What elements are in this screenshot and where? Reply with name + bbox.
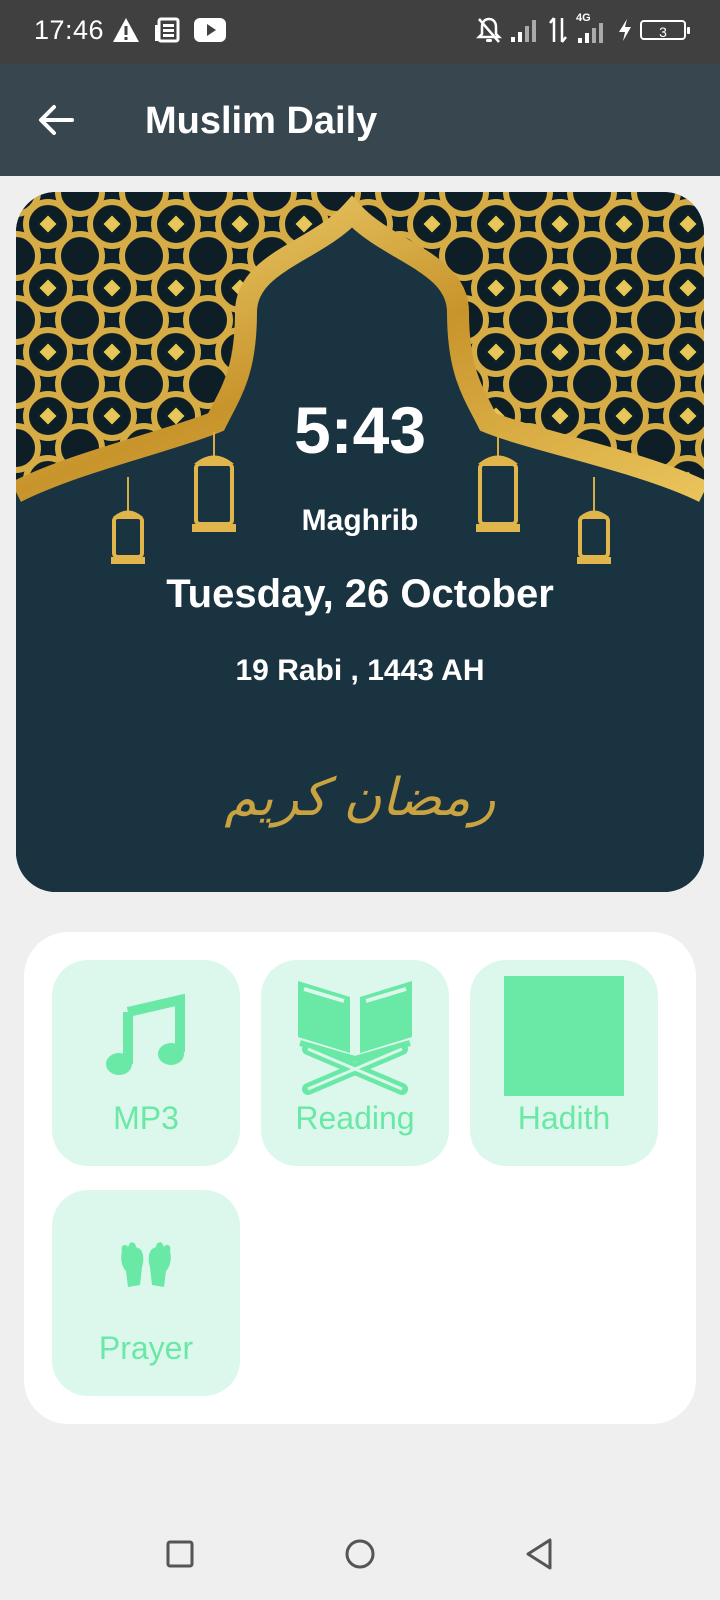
warning-icon [113,18,139,42]
back-nav-button[interactable] [516,1530,564,1578]
back-triangle-icon [526,1538,552,1570]
recents-square-icon [166,1540,194,1568]
hadith-icon [504,976,624,1096]
hijri-date: 19 Rabi , 1443 AH [235,654,485,687]
app-bar: Muslim Daily [0,64,720,176]
page-title: Muslim Daily [145,100,378,142]
prayer-name: Maghrib [301,504,419,537]
tile-label: Hadith [517,1100,611,1136]
ramadan-kareem-calligraphy: رمضان كريم [224,768,496,828]
recents-button[interactable] [156,1530,204,1578]
status-bar: 17:46 4G 3 [0,0,720,64]
network-4g: 4G [576,12,610,44]
status-time: 17:46 [34,15,105,45]
tile-mp3[interactable]: MP3 [52,960,240,1166]
tile-label: Reading [295,1100,415,1136]
tile-hadith[interactable]: Hadith [470,960,658,1166]
home-circle-icon [345,1539,375,1569]
prayer-time: 5:43 [293,393,427,467]
tile-prayer[interactable]: Prayer [52,1190,240,1396]
music-note-icon [106,994,185,1075]
feature-menu: MP3 Reading Hadith Prayer [24,932,696,1424]
signal-icon [511,20,536,42]
youtube-icon [194,18,226,42]
gregorian-date: Tuesday, 26 October [166,572,554,616]
back-button[interactable] [30,92,86,148]
news-icon [155,17,180,43]
tile-label: Prayer [98,1330,194,1366]
quran-icon [298,981,412,1095]
prayer-time-card: 5:43 Maghrib Tuesday, 26 October 19 Rabi… [16,192,704,892]
notifications-off-icon [476,17,502,43]
battery-indicator: 3 [640,20,690,40]
charging-icon [619,19,631,41]
tile-label: MP3 [113,1100,179,1136]
signal-4g-icon [578,23,603,43]
data-arrows-icon [549,17,567,43]
system-nav-bar [0,1504,720,1600]
arrow-left-icon [39,105,74,135]
tile-reading[interactable]: Reading [261,960,449,1166]
praying-hands-icon [121,1242,171,1287]
home-button[interactable] [336,1530,384,1578]
